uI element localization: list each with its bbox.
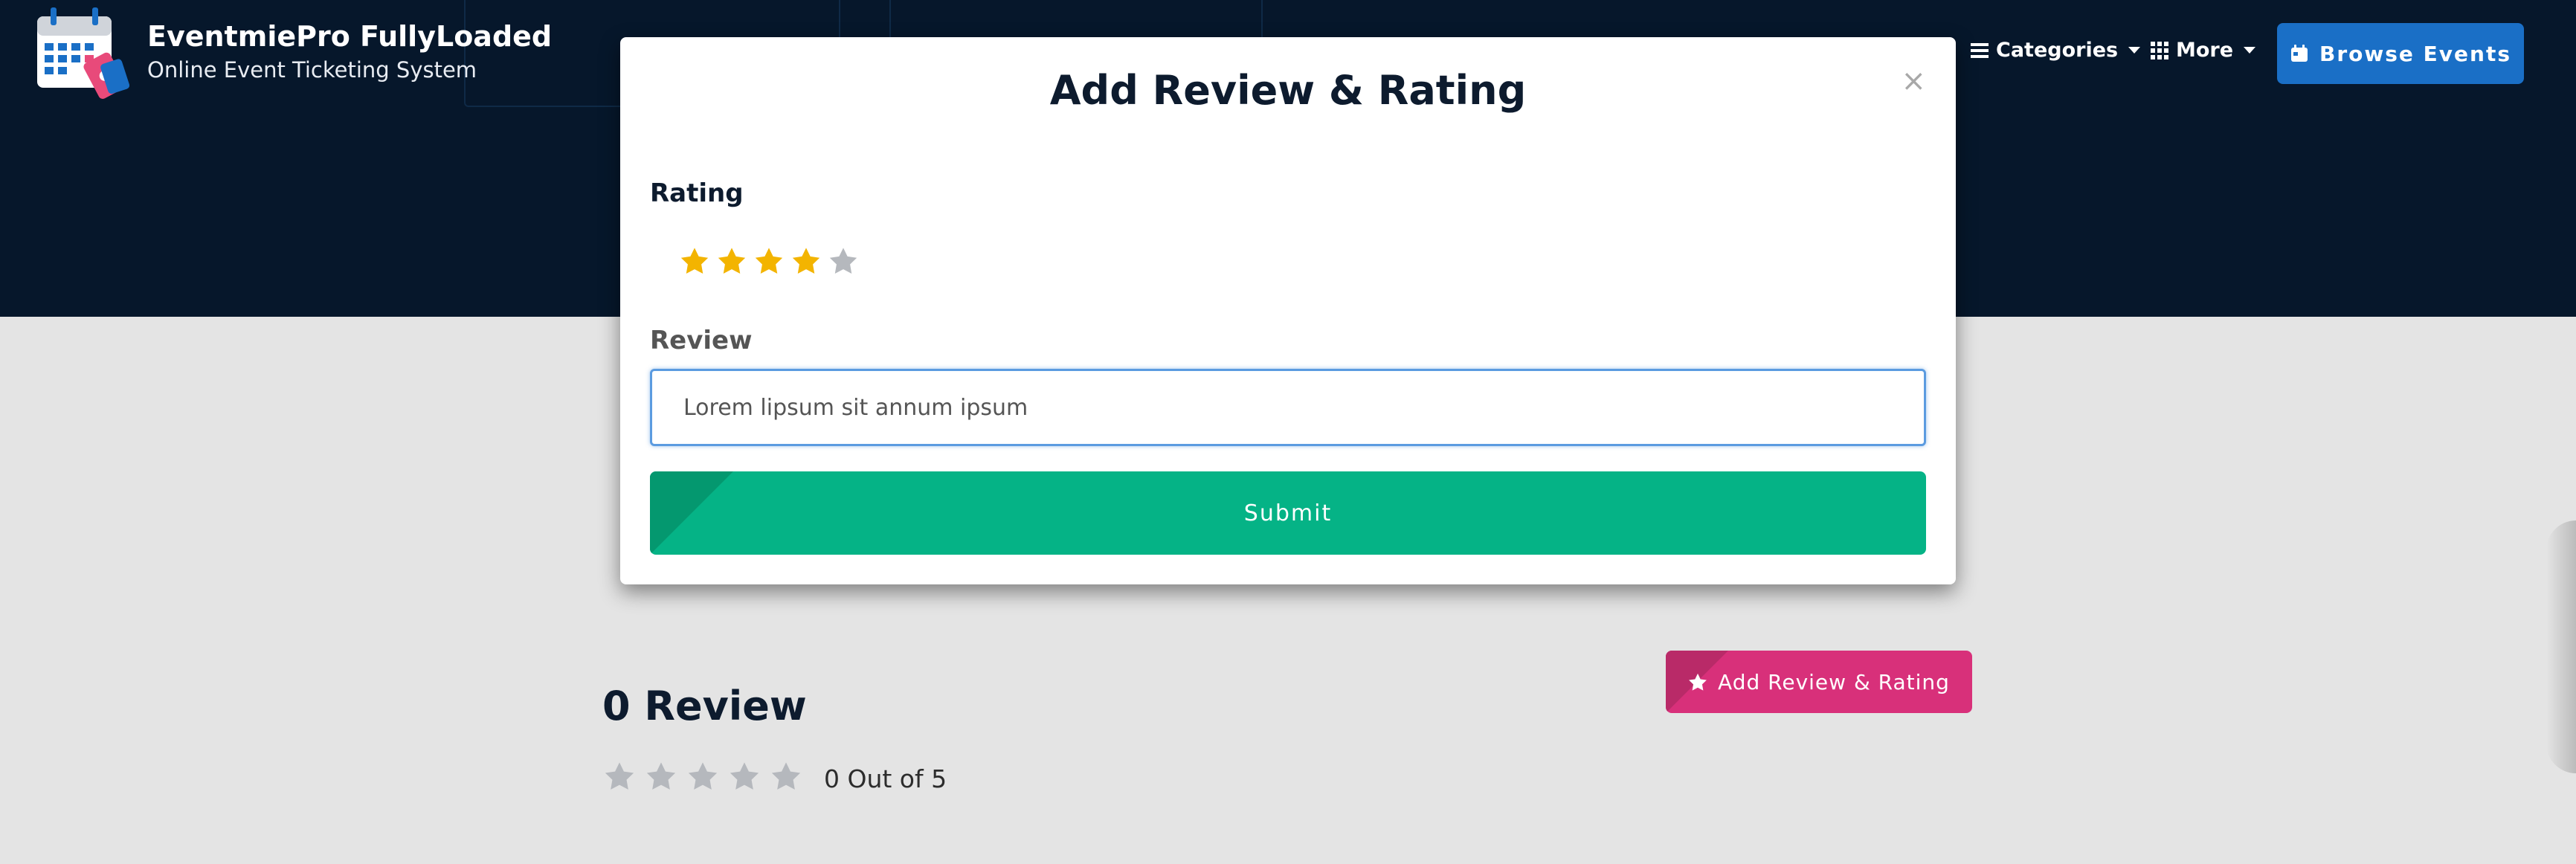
star-icon[interactable] <box>680 247 709 275</box>
close-icon[interactable]: × <box>1901 64 1926 98</box>
review-input[interactable] <box>650 369 1926 446</box>
rating-label: Rating <box>650 178 744 208</box>
modal-title: Add Review & Rating <box>1049 67 1527 114</box>
star-icon[interactable] <box>828 247 858 275</box>
rating-stars-input[interactable] <box>680 247 858 275</box>
star-icon[interactable] <box>791 247 821 275</box>
star-icon[interactable] <box>717 247 747 275</box>
review-modal: Add Review & Rating × Rating Review Subm… <box>620 37 1956 584</box>
button-shade <box>650 471 733 555</box>
star-icon[interactable] <box>754 247 784 275</box>
submit-label: Submit <box>1243 500 1333 526</box>
review-label: Review <box>650 326 753 355</box>
submit-button[interactable]: Submit <box>650 471 1926 555</box>
